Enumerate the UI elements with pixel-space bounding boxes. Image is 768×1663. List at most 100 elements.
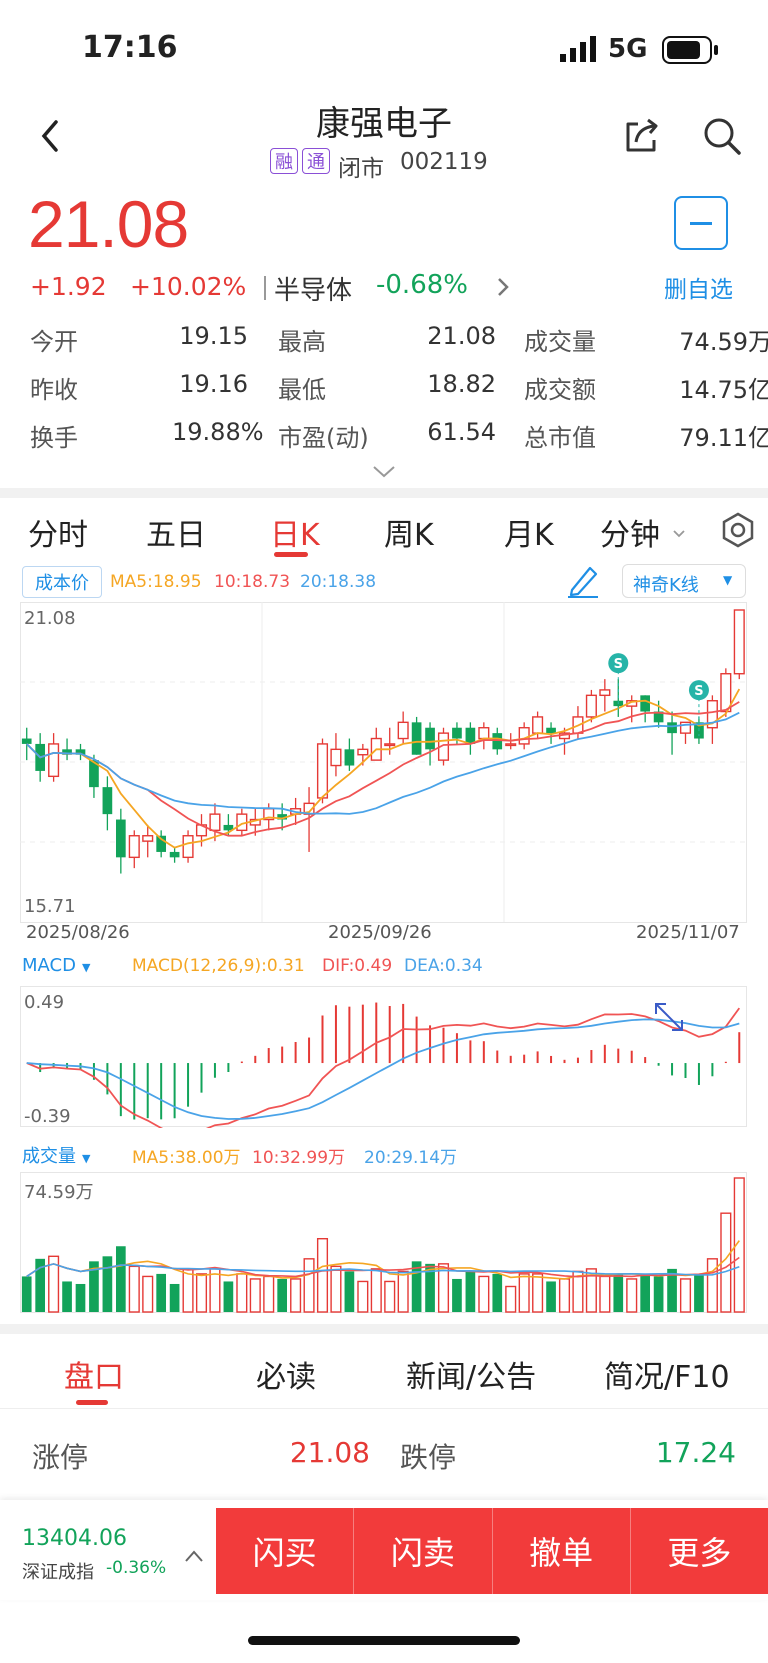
candle-body (102, 787, 113, 815)
volume-selector[interactable]: 成交量 ▼ (22, 1142, 90, 1168)
candle-body (452, 727, 462, 739)
date-mid: 2025/09/26 (328, 922, 432, 943)
chevron-down-icon[interactable] (672, 524, 686, 543)
volume-bar (209, 1268, 221, 1313)
macd-chart[interactable] (20, 986, 768, 1128)
kline-low-label: 15.71 (24, 896, 76, 917)
ma20-line (26, 711, 740, 815)
card-tab-3[interactable]: 简况/F10 (604, 1352, 730, 1396)
settings-icon[interactable] (720, 512, 756, 552)
volume-chart[interactable] (20, 1172, 768, 1318)
candle-body (128, 835, 140, 859)
volume-bar (249, 1278, 261, 1313)
tab-5[interactable]: 分钟 (600, 510, 660, 554)
remove-watchlist-button[interactable] (674, 196, 728, 250)
kline-chart[interactable]: SS (20, 602, 768, 942)
volume-bar (465, 1271, 476, 1312)
volume-bar (452, 1278, 462, 1312)
industry-name[interactable]: 半导体 (274, 270, 352, 307)
candle-body (667, 722, 677, 734)
macd-bottom-label: -0.39 (24, 1106, 71, 1127)
chevron-right-icon[interactable] (496, 276, 510, 302)
ma5-line (26, 688, 741, 849)
volume-bar (277, 1278, 288, 1312)
separator (264, 276, 266, 300)
volume-bar (706, 1258, 718, 1313)
volume-bar (290, 1278, 302, 1313)
index-name[interactable]: 深证成指 (22, 1558, 94, 1584)
quote-value: 21.08 (427, 322, 496, 350)
magic-kline-select[interactable]: 神奇K线 ▼ (622, 564, 746, 598)
quote-value: 19.88% (172, 418, 264, 446)
dropdown-caret-icon: ▼ (82, 1152, 91, 1165)
volume-bar (182, 1268, 194, 1313)
volume-bar (653, 1276, 664, 1312)
ma20-label: 20:18.38 (300, 572, 377, 592)
index-change: -0.36% (106, 1558, 167, 1578)
volume-bar (518, 1273, 530, 1313)
more-button[interactable]: 更多 (631, 1508, 768, 1594)
volume-bar (330, 1265, 342, 1313)
kline-high-label: 21.08 (24, 608, 76, 629)
current-price: 21.08 (28, 187, 189, 261)
section-divider (0, 488, 768, 498)
remove-watchlist-label[interactable]: 删自选 (664, 270, 733, 304)
ma5-label: MA5:18.95 (110, 572, 202, 592)
tab-4[interactable]: 月K (504, 510, 554, 554)
volume-bar (397, 1270, 409, 1313)
volume-bar (169, 1283, 180, 1312)
macd-dif: DIF:0.49 (322, 956, 393, 976)
share-icon[interactable] (622, 116, 662, 160)
tab-3[interactable]: 周K (384, 510, 434, 554)
candle-body (465, 727, 476, 744)
expand-icon[interactable] (372, 464, 396, 483)
flash-buy-button[interactable]: 闪买 (216, 1508, 355, 1594)
quote-value: 61.54 (427, 418, 496, 446)
candle-body (599, 689, 611, 697)
signal-s-text: S (694, 684, 703, 699)
tab-0[interactable]: 分时 (28, 510, 88, 554)
flash-sell-button[interactable]: 闪卖 (354, 1508, 493, 1594)
section-divider (0, 1324, 768, 1334)
candle-body (640, 695, 651, 712)
volume-bar (492, 1273, 503, 1312)
card-tab-1[interactable]: 必读 (256, 1352, 316, 1396)
macd-params: MACD(12,26,9):0.31 (132, 956, 305, 976)
ma10-line (26, 701, 740, 837)
card-tab-2[interactable]: 新闻/公告 (406, 1352, 536, 1396)
volume-bar (357, 1280, 369, 1313)
chevron-up-icon[interactable] (184, 1548, 204, 1567)
volume-top-label: 74.59万 (24, 1182, 94, 1203)
volume-bar (142, 1275, 154, 1313)
limit-up-value: 21.08 (289, 1436, 370, 1469)
candle-body (733, 609, 745, 675)
draw-pen-icon[interactable] (566, 562, 600, 602)
quote-value: 18.82 (427, 370, 496, 398)
tab-1[interactable]: 五日 (146, 510, 206, 554)
macd-selector[interactable]: MACD ▼ (22, 955, 90, 976)
signal-s-text: S (614, 657, 623, 672)
volume-ma5: MA5:38.00万 (132, 1148, 241, 1168)
cost-price-button[interactable]: 成本价 (22, 566, 102, 598)
index-value[interactable]: 13404.06 (22, 1526, 127, 1551)
cancel-order-button[interactable]: 撤单 (493, 1508, 631, 1594)
volume-bar (263, 1275, 275, 1313)
network-label: 5G (608, 34, 648, 64)
volume-bar (626, 1278, 638, 1313)
limit-down-label: 跌停 (400, 1441, 457, 1474)
tab-2[interactable]: 日K (270, 510, 320, 554)
quote-value: 19.16 (179, 370, 248, 398)
candle-body (425, 727, 435, 750)
candle-body (115, 819, 126, 858)
trade-buttons: 闪买 闪卖 撤单 更多 (216, 1508, 768, 1594)
battery-icon (662, 36, 720, 68)
dropdown-caret-icon: ▼ (723, 573, 733, 587)
quote-value: 14.75亿 (679, 376, 768, 404)
volume-bar (679, 1278, 692, 1313)
volume-bar (694, 1273, 704, 1312)
search-icon[interactable] (702, 116, 742, 160)
candle-body (492, 733, 503, 750)
quote-label: 最低 (278, 376, 326, 404)
card-tab-0[interactable]: 盘口 (64, 1352, 124, 1396)
industry-change[interactable]: -0.68% (376, 270, 468, 300)
